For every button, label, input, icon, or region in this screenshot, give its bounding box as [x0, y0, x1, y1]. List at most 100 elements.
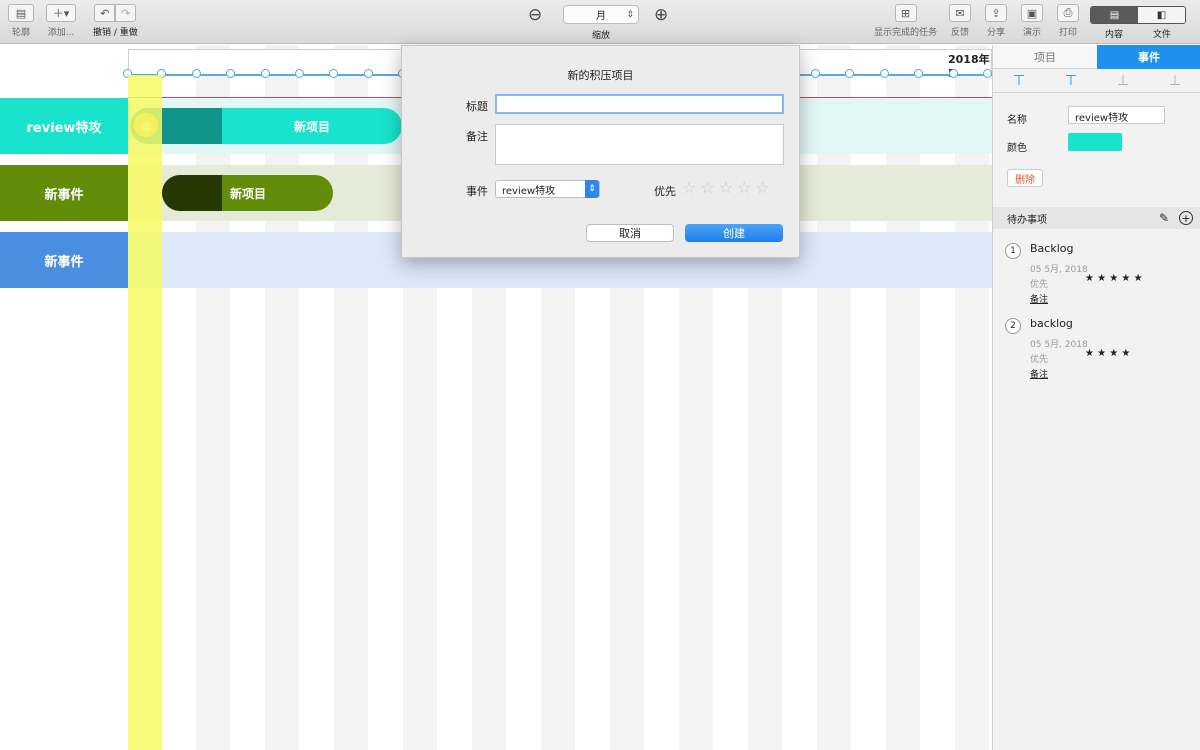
- timeline-tick: [192, 69, 201, 78]
- lane-header[interactable]: 新事件: [0, 232, 128, 288]
- print-button[interactable]: ⎙ 打印: [1057, 4, 1079, 38]
- lane-row: 新事件: [0, 232, 128, 288]
- star-icon[interactable]: ☆: [719, 178, 733, 197]
- create-button[interactable]: 创建: [685, 224, 783, 242]
- todo-priority-label: 优先: [1030, 280, 1049, 290]
- lane-title: 新事件: [44, 254, 84, 270]
- timeline-tick: [364, 69, 373, 78]
- align-bottom-icon[interactable]: ⊥: [1097, 69, 1149, 92]
- timeline-tick: [329, 69, 338, 78]
- todo-date: 05 5月, 2018: [1030, 265, 1088, 275]
- file-segment[interactable]: ◧: [1138, 7, 1185, 23]
- star-icon[interactable]: ☆: [737, 178, 751, 197]
- color-swatch[interactable]: [1068, 133, 1122, 151]
- cancel-button[interactable]: 取消: [586, 224, 674, 242]
- project-bar[interactable]: 新项目: [162, 175, 333, 211]
- zoom-in-icon[interactable]: ⊕: [654, 5, 668, 25]
- align-bottom-alt-icon[interactable]: ⊥: [1149, 69, 1200, 92]
- todo-item[interactable]: 2 backlog 05 5月, 2018 优先 ★ ★ ★ ★ 备注: [1005, 317, 1195, 381]
- share-icon: ⇪: [985, 4, 1007, 22]
- delete-button[interactable]: 删除: [1007, 169, 1043, 187]
- todo-title: Backlog: [1030, 242, 1074, 255]
- new-backlog-dialog: 新的积压项目 标题 备注 事件 review特攻 ⇕ 优先 ☆ ☆ ☆ ☆ ☆ 取消 创…: [401, 45, 800, 258]
- lane-title: 新事件: [44, 187, 84, 203]
- present-label: 演示: [1022, 28, 1041, 38]
- content-icon: ▤: [1109, 9, 1120, 21]
- redo-icon[interactable]: ↷: [115, 4, 137, 22]
- todo-header: 待办事项 ✎ +: [993, 207, 1200, 229]
- add-icon: ＋▾: [46, 4, 76, 22]
- star-icon[interactable]: ☆: [682, 178, 696, 197]
- priority-rating[interactable]: ☆ ☆ ☆ ☆ ☆: [682, 178, 774, 197]
- name-input[interactable]: review特攻: [1068, 106, 1165, 124]
- today-highlight: [128, 75, 162, 750]
- dialog-title: 新的积压项目: [567, 69, 634, 82]
- present-button[interactable]: ▣ 演示: [1021, 4, 1043, 38]
- content-segment[interactable]: ▤: [1091, 7, 1138, 23]
- plus-icon[interactable]: +: [1179, 211, 1193, 225]
- star-icon[interactable]: ☆: [700, 178, 714, 197]
- todo-note-link[interactable]: 备注: [1030, 367, 1048, 380]
- add-button[interactable]: ＋▾ 添加...: [46, 4, 76, 38]
- lane-row: 新事件: [0, 165, 128, 221]
- tab-project[interactable]: 项目: [993, 45, 1097, 69]
- todo-date: 05 5月, 2018: [1030, 340, 1088, 350]
- share-button[interactable]: ⇪ 分享: [985, 4, 1007, 38]
- undo-redo-label: 撤销 / 重做: [93, 28, 138, 38]
- feedback-button[interactable]: ✉ 反馈: [949, 4, 971, 38]
- project-bar[interactable]: 新项目: [130, 108, 402, 144]
- outline-icon: ▤: [8, 4, 34, 22]
- timeline-tick: [811, 69, 820, 78]
- notes-label: 备注: [466, 130, 488, 143]
- lane-row: review特攻: [0, 98, 128, 154]
- show-completed-button[interactable]: ⊞ 显示完成的任务: [874, 4, 937, 38]
- timeline-tick: [949, 69, 958, 78]
- align-top-alt-icon[interactable]: ⊤: [1045, 69, 1097, 92]
- todo-priority-stars: ★ ★ ★ ★: [1085, 348, 1131, 359]
- title-input[interactable]: [495, 94, 784, 114]
- event-select[interactable]: review特攻 ⇕: [495, 180, 600, 198]
- priority-label: 优先: [654, 185, 676, 198]
- file-icon: ◧: [1156, 9, 1167, 21]
- todo-header-label: 待办事项: [1007, 214, 1047, 226]
- undo-icon[interactable]: ↶: [94, 4, 116, 22]
- event-value: review特攻: [502, 185, 556, 197]
- share-label: 分享: [986, 28, 1005, 38]
- inspector-sidebar: 项目 事件 ⊤ ⊤ ⊥ ⊥ 名称 review特攻 颜色 删除 待办事项 ✎ +…: [992, 45, 1200, 750]
- bar-label: 新项目: [230, 186, 267, 201]
- print-label: 打印: [1058, 28, 1077, 38]
- notes-textarea[interactable]: [495, 124, 784, 165]
- timeline-tick: [845, 69, 854, 78]
- file-label: 文件: [1152, 30, 1171, 40]
- zoom-out-icon[interactable]: ⊖: [528, 5, 542, 25]
- todo-title: backlog: [1030, 317, 1073, 330]
- show-completed-label: 显示完成的任务: [874, 28, 938, 38]
- color-label: 颜色: [1007, 143, 1027, 154]
- todo-note-link[interactable]: 备注: [1030, 292, 1048, 305]
- todo-item[interactable]: 1 Backlog 05 5月, 2018 优先 ★ ★ ★ ★ ★ 备注: [1005, 242, 1195, 306]
- view-segment[interactable]: ▤ ◧: [1090, 6, 1186, 24]
- todo-priority-stars: ★ ★ ★ ★ ★: [1085, 273, 1143, 284]
- zoom-label: 缩放: [591, 31, 610, 41]
- lane-header[interactable]: review特攻: [0, 98, 128, 154]
- todo-number: 1: [1005, 243, 1021, 259]
- present-icon: ▣: [1021, 4, 1043, 22]
- pencil-icon[interactable]: ✎: [1159, 211, 1169, 225]
- bar-progress: [162, 175, 222, 211]
- timeline-tick: [983, 69, 992, 78]
- toolbar: ▤ 轮廓 ＋▾ 添加... ↶ ↷ 撤销 / 重做 ⊖ 月 ⇕ ⊕ 缩放 ⊞ 显…: [0, 0, 1200, 44]
- zoom-select[interactable]: 月 ⇕: [563, 5, 639, 24]
- chevron-updown-icon: ⇕: [626, 9, 634, 20]
- timeline-tick: [226, 69, 235, 78]
- star-icon[interactable]: ☆: [755, 178, 769, 197]
- undo-redo-button[interactable]: ↶ ↷ 撤销 / 重做: [93, 4, 138, 38]
- tab-event[interactable]: 事件: [1097, 45, 1200, 69]
- todo-number: 2: [1005, 318, 1021, 334]
- align-top-icon[interactable]: ⊤: [993, 69, 1045, 92]
- name-label: 名称: [1007, 115, 1027, 126]
- chevron-updown-icon: ⇕: [585, 180, 599, 198]
- completed-tasks-icon: ⊞: [894, 4, 917, 22]
- outline-button[interactable]: ▤ 轮廓: [8, 4, 34, 38]
- timeline-tick: [261, 69, 270, 78]
- lane-header[interactable]: 新事件: [0, 165, 128, 221]
